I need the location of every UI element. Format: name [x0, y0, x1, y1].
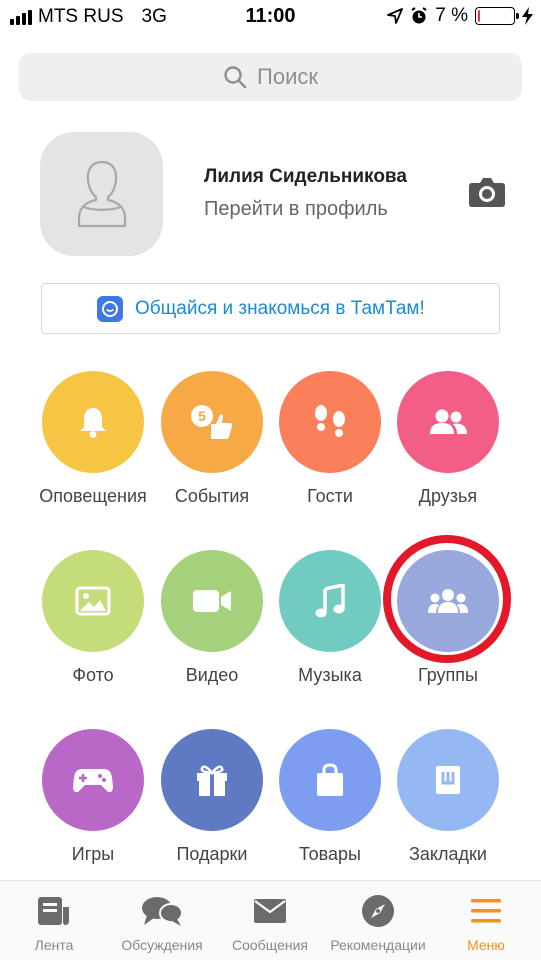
status-left: MTS RUS 3G — [10, 6, 167, 28]
menu-item-notifications[interactable]: Оповещения — [33, 371, 153, 521]
groups-icon — [428, 589, 468, 613]
bell-icon — [80, 408, 106, 438]
menu-item-bookmarks[interactable]: Закладки — [388, 729, 508, 879]
signal-icon — [10, 9, 32, 25]
nav-menu-label: Меню — [467, 937, 505, 953]
games-circle[interactable] — [42, 729, 144, 831]
nav-recommendations[interactable]: Рекомендации — [324, 881, 432, 960]
battery-icon — [475, 7, 519, 25]
menu-item-video[interactable]: Видео — [152, 550, 272, 700]
guests-circle[interactable] — [279, 371, 381, 473]
profile-link[interactable]: Перейти в профиль — [204, 198, 388, 221]
gift-icon — [197, 765, 227, 796]
network-type: 3G — [141, 6, 167, 27]
menu-icon — [471, 899, 501, 923]
bookmarks-circle[interactable] — [397, 729, 499, 831]
menu-item-groups[interactable]: Группы — [388, 550, 508, 700]
tamtam-banner[interactable]: Общайся и знакомься в ТамТам! — [41, 283, 500, 334]
notifications-circle[interactable] — [42, 371, 144, 473]
menu-item-friends[interactable]: Друзья — [388, 371, 508, 521]
search-placeholder: Поиск — [257, 64, 318, 89]
groups-label: Группы — [418, 665, 478, 685]
nav-recommendations-label: Рекомендации — [330, 937, 426, 953]
menu-item-events[interactable]: 5 События — [152, 371, 272, 521]
photo-icon — [75, 586, 111, 616]
menu-item-photo[interactable]: Фото — [33, 550, 153, 700]
camera-icon[interactable] — [468, 176, 506, 208]
nav-menu[interactable]: Меню — [432, 881, 540, 960]
battery-level — [478, 10, 481, 22]
tamtam-icon — [97, 296, 123, 322]
compass-icon — [362, 895, 394, 927]
menu-item-games[interactable]: Игры — [33, 729, 153, 879]
bookmarks-label: Закладки — [409, 844, 487, 864]
video-camera-icon — [193, 590, 231, 612]
events-circle[interactable]: 5 — [161, 371, 263, 473]
friends-circle[interactable] — [397, 371, 499, 473]
status-right: 7 % — [387, 5, 533, 27]
search-icon — [224, 66, 247, 89]
thumbs-up-icon: 5 — [191, 405, 233, 439]
gifts-circle[interactable] — [161, 729, 263, 831]
nav-discussions[interactable]: Обсуждения — [108, 881, 216, 960]
user-placeholder-icon — [77, 160, 126, 228]
banner-text: Общайся и знакомься в ТамТам! — [135, 298, 425, 319]
charging-bolt-icon — [522, 7, 533, 25]
music-circle[interactable] — [279, 550, 381, 652]
shopping-bag-icon — [317, 763, 343, 796]
menu-item-goods[interactable]: Товары — [270, 729, 390, 879]
goods-circle[interactable] — [279, 729, 381, 831]
menu-item-music[interactable]: Музыка — [270, 550, 390, 700]
friends-icon — [430, 409, 467, 434]
profile-name: Лилия Сидельникова — [204, 166, 407, 187]
nav-feed[interactable]: Лента — [0, 881, 108, 960]
nav-discussions-label: Обсуждения — [121, 937, 203, 953]
bottom-nav: Лента Обсуждения Сообщения Рекомендации … — [0, 880, 541, 960]
friends-label: Друзья — [418, 486, 478, 506]
nav-messages-label: Сообщения — [232, 937, 308, 953]
status-bar: MTS RUS 3G 11:00 7 % — [0, 0, 541, 36]
alarm-icon — [411, 7, 427, 24]
feed-icon — [38, 897, 69, 925]
gamepad-icon — [73, 769, 113, 793]
nav-messages[interactable]: Сообщения — [216, 881, 324, 960]
location-arrow-icon — [387, 8, 404, 24]
nav-feed-label: Лента — [34, 937, 74, 953]
envelope-icon — [254, 899, 286, 923]
bookmark-icon — [436, 766, 460, 794]
music-note-icon — [315, 584, 345, 618]
events-badge: 5 — [198, 408, 206, 424]
footprints-icon — [315, 405, 345, 437]
video-circle[interactable] — [161, 550, 263, 652]
menu-item-guests[interactable]: Гости — [270, 371, 390, 521]
profile-card[interactable]: Лилия Сидельникова Перейти в профиль — [40, 132, 510, 256]
menu-item-gifts[interactable]: Подарки — [152, 729, 272, 879]
battery-percent: 7 % — [435, 5, 468, 26]
carrier-name: MTS RUS — [38, 6, 124, 27]
avatar[interactable] — [40, 132, 163, 256]
photo-circle[interactable] — [42, 550, 144, 652]
discussions-icon — [142, 897, 183, 926]
search-bar[interactable]: Поиск — [19, 53, 522, 101]
groups-circle[interactable] — [397, 550, 499, 652]
